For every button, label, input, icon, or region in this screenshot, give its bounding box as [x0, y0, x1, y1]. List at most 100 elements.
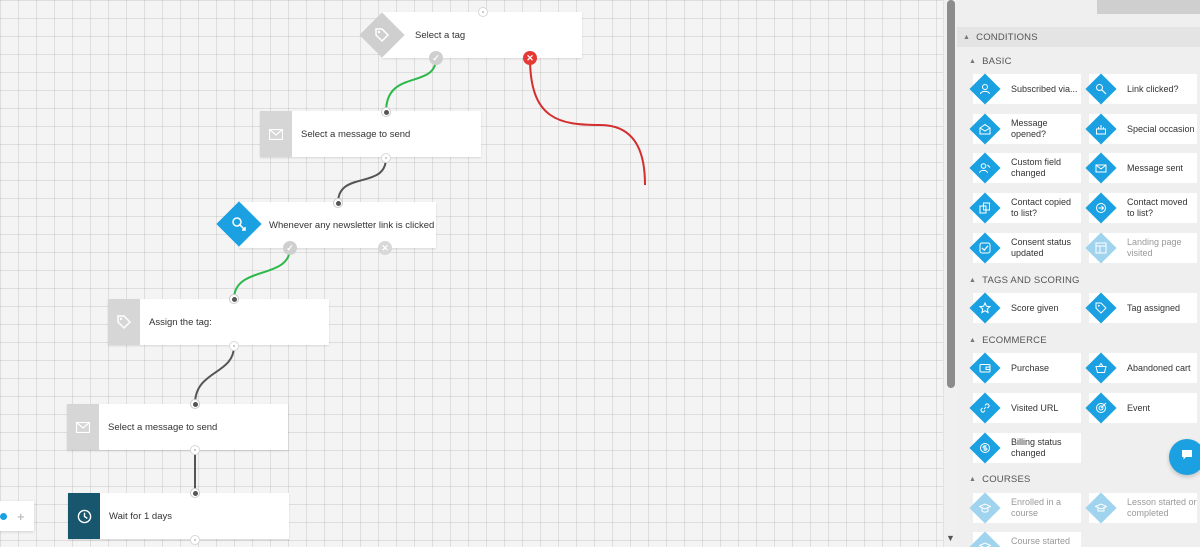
user-edit-icon	[969, 152, 1001, 184]
wire-default-2	[194, 345, 235, 405]
subsection-tags-scoring[interactable]: ▲ TAGS AND SCORING	[965, 272, 1080, 288]
landing-page-icon	[1085, 232, 1117, 264]
clock-icon	[68, 493, 100, 539]
no-port[interactable]: ✕	[523, 51, 537, 65]
wire-yes-2	[233, 247, 291, 300]
input-port[interactable]	[478, 7, 488, 17]
node-label: Select a message to send	[108, 421, 218, 433]
cake-icon	[1085, 113, 1117, 145]
output-port[interactable]	[190, 445, 200, 455]
billing-icon	[969, 432, 1001, 464]
section-title: CONDITIONS	[976, 31, 1038, 43]
star-icon	[969, 292, 1001, 324]
condition-message-opened[interactable]: Message opened?	[969, 113, 1081, 145]
condition-contact-copied[interactable]: Contact copied to list?	[969, 192, 1081, 224]
user-icon	[969, 73, 1001, 105]
link-cursor-icon	[1085, 73, 1117, 105]
envelope-send-icon	[1085, 152, 1117, 184]
panel-tab[interactable]	[1097, 0, 1200, 14]
output-port[interactable]	[229, 341, 239, 351]
condition-message-sent[interactable]: Message sent	[1085, 152, 1197, 184]
condition-contact-moved[interactable]: Contact moved to list?	[1085, 192, 1197, 224]
output-port[interactable]	[381, 153, 391, 163]
subsection-title: BASIC	[982, 55, 1012, 67]
course-icon	[969, 531, 1001, 547]
collapse-arrow-icon: ▲	[969, 276, 977, 284]
wire-default-1	[337, 157, 387, 204]
tag-icon	[1085, 292, 1117, 324]
zoom-indicator-icon	[0, 512, 7, 520]
input-port[interactable]	[381, 107, 391, 117]
wire-yes-1	[385, 57, 437, 113]
condition-custom-field-changed[interactable]: Custom field changed	[969, 152, 1081, 184]
input-port[interactable]	[190, 488, 200, 498]
input-port[interactable]	[190, 399, 200, 409]
condition-purchase[interactable]: Purchase	[969, 352, 1081, 384]
condition-tag-assigned[interactable]: Tag assigned	[1085, 292, 1197, 324]
subsection-title: ECOMMERCE	[982, 334, 1047, 346]
envelope-open-icon	[969, 113, 1001, 145]
node-select-message-1[interactable]: Select a message to send	[260, 111, 481, 157]
collapse-arrow-icon: ▲	[969, 336, 977, 344]
condition-subscribed-via[interactable]: Subscribed via...	[969, 73, 1081, 105]
condition-abandoned-cart[interactable]: Abandoned cart	[1085, 352, 1197, 384]
no-port[interactable]: ✕	[378, 241, 392, 255]
condition-consent-status-updated[interactable]: Consent status updated	[969, 232, 1081, 264]
node-label: Wait for 1 days	[109, 510, 173, 522]
tag-icon	[108, 299, 140, 345]
chat-button[interactable]	[1169, 439, 1200, 475]
connection-wires	[194, 57, 646, 493]
canvas-scrollbar[interactable]: ▼	[943, 0, 957, 547]
scrollbar-thumb[interactable]	[947, 0, 955, 388]
node-select-message-2[interactable]: Select a message to send	[67, 404, 288, 450]
yes-port[interactable]: ✓	[429, 51, 443, 65]
chat-bubble-icon	[1180, 448, 1194, 467]
node-newsletter-click[interactable]: Whenever any newsletter link is clicked	[239, 202, 436, 248]
condition-visited-url[interactable]: Visited URL	[969, 392, 1081, 424]
move-icon	[1085, 192, 1117, 224]
node-wait[interactable]: Wait for 1 days	[68, 493, 289, 539]
condition-course-started[interactable]: Course started	[969, 531, 1081, 547]
collapse-arrow-icon: ▲	[969, 57, 977, 65]
copy-icon	[969, 192, 1001, 224]
input-port[interactable]	[229, 294, 239, 304]
condition-score-given[interactable]: Score given	[969, 292, 1081, 324]
condition-event[interactable]: Event	[1085, 392, 1197, 424]
condition-enrolled-in-course[interactable]: Enrolled in a course	[969, 492, 1081, 524]
graduation-cap-icon	[969, 492, 1001, 524]
node-select-tag-icon	[359, 12, 405, 58]
node-select-tag[interactable]: Select a tag	[382, 12, 582, 58]
elements-panel: ▲ CONDITIONS ▲ BASIC Subscribed via... L…	[957, 0, 1200, 547]
section-conditions[interactable]: ▲ CONDITIONS	[957, 27, 1200, 47]
yes-port[interactable]: ✓	[283, 241, 297, 255]
lesson-icon	[1085, 492, 1117, 524]
subsection-basic[interactable]: ▲ BASIC	[965, 53, 1012, 69]
scroll-down-icon[interactable]: ▼	[946, 533, 955, 543]
output-port[interactable]	[190, 535, 200, 545]
condition-lesson-started[interactable]: Lesson started or completed	[1085, 492, 1197, 524]
collapse-arrow-icon: ▲	[963, 33, 971, 41]
envelope-icon	[260, 111, 292, 157]
subsection-courses[interactable]: ▲ COURSES	[965, 471, 1031, 487]
condition-special-occasion[interactable]: Special occasion	[1085, 113, 1197, 145]
node-label: Select a message to send	[301, 128, 411, 140]
subsection-ecommerce[interactable]: ▲ ECOMMERCE	[965, 332, 1047, 348]
node-newsletter-click-icon	[216, 201, 262, 247]
workflow-canvas[interactable]: Select a tag ✓ ✕ Select a message to sen…	[0, 0, 943, 547]
condition-landing-page-visited[interactable]: Landing page visited	[1085, 232, 1197, 264]
node-assign-tag[interactable]: Assign the tag:	[108, 299, 329, 345]
zoom-control[interactable]: +	[0, 501, 34, 531]
input-port[interactable]	[333, 198, 343, 208]
wallet-icon	[969, 352, 1001, 384]
envelope-icon	[67, 404, 99, 450]
condition-billing-status-changed[interactable]: Billing status changed	[969, 432, 1081, 464]
subsection-title: COURSES	[982, 473, 1031, 485]
basket-icon	[1085, 352, 1117, 384]
target-icon	[1085, 392, 1117, 424]
zoom-in-button[interactable]: +	[17, 509, 25, 524]
subsection-title: TAGS AND SCORING	[982, 274, 1080, 286]
wire-no-1	[529, 57, 646, 186]
url-link-icon	[969, 392, 1001, 424]
node-label: Select a tag	[415, 29, 466, 41]
condition-link-clicked[interactable]: Link clicked?	[1085, 73, 1197, 105]
